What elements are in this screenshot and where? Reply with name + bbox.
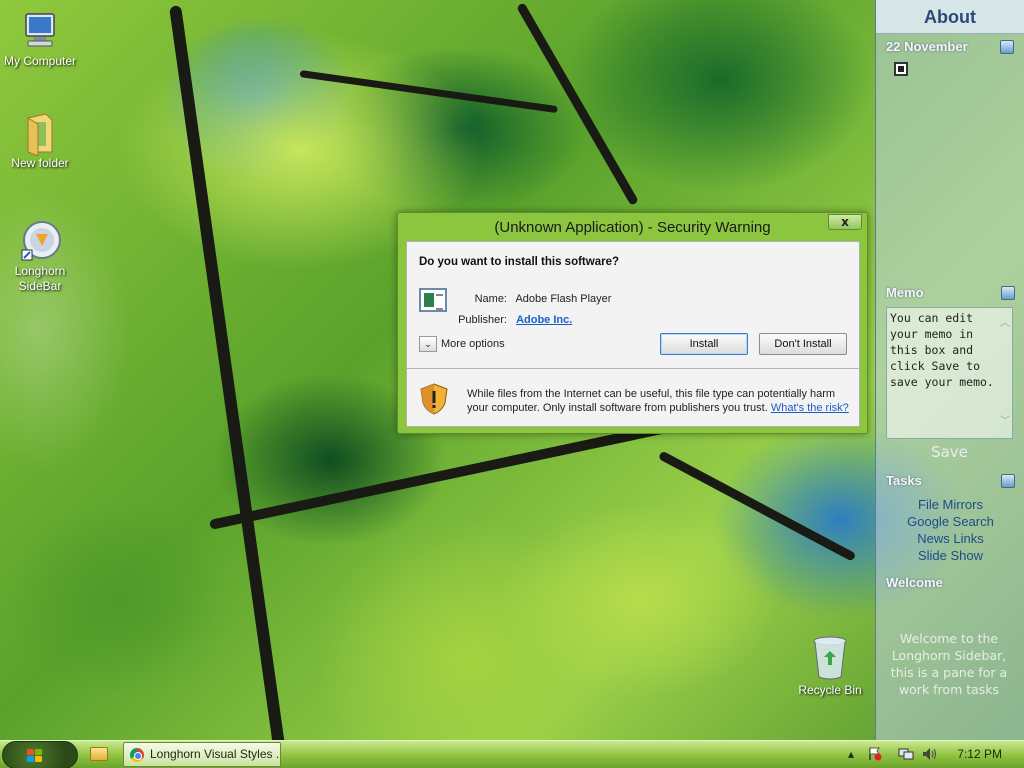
calendar-icon[interactable] xyxy=(1000,40,1014,54)
memo-icon[interactable] xyxy=(1001,286,1015,300)
desktop-icon-recycle-bin[interactable]: Recycle Bin xyxy=(795,635,865,697)
publisher-row: Publisher: Adobe Inc. xyxy=(447,314,572,326)
calendar-date: 22 November xyxy=(886,39,968,54)
wallpaper-branch xyxy=(208,420,681,530)
tray-expand-icon[interactable]: ▴ xyxy=(848,747,854,763)
close-icon: x xyxy=(841,215,849,229)
welcome-title: Welcome xyxy=(886,575,943,590)
dialog-titlebar[interactable]: (Unknown Application) - Security Warning… xyxy=(398,213,867,241)
close-button[interactable]: x xyxy=(828,214,862,230)
desktop-icon-my-computer[interactable]: My Computer xyxy=(0,10,80,69)
calendar-checkbox[interactable] xyxy=(894,62,908,76)
scroll-down-icon[interactable]: ﹀ xyxy=(1000,414,1010,430)
task-link-slide-show[interactable]: Slide Show xyxy=(876,547,1024,564)
memo-save-button[interactable]: Save xyxy=(875,443,1024,461)
tasks-header: Tasks xyxy=(876,470,1024,492)
task-link-news-links[interactable]: News Links xyxy=(876,530,1024,547)
tasks-list: File Mirrors Google Search News Links Sl… xyxy=(876,496,1024,564)
name-label: Name: xyxy=(474,293,507,305)
chevron-down-icon[interactable]: ⌄ xyxy=(419,336,437,352)
installer-file-icon xyxy=(419,288,447,312)
calendar-header: 22 November xyxy=(876,36,1024,58)
taskbar-window-button[interactable]: Longhorn Visual Styles ... xyxy=(123,742,281,767)
sidebar-shortcut-icon xyxy=(20,220,61,261)
install-question: Do you want to install this software? xyxy=(419,256,619,268)
task-link-file-mirrors[interactable]: File Mirrors xyxy=(876,496,1024,513)
shield-warning-icon xyxy=(420,383,448,415)
desktop-icon-longhorn-sidebar[interactable]: Longhorn SideBar xyxy=(0,220,80,294)
memo-text: You can edit your memo in this box and c… xyxy=(890,311,994,389)
wallpaper-branch xyxy=(169,5,290,768)
memo-header: Memo xyxy=(876,282,1024,304)
desktop-icon-label: My Computer xyxy=(3,54,77,68)
more-options-toggle[interactable]: ⌄ More options xyxy=(419,336,505,352)
wallpaper-branch xyxy=(299,70,558,114)
chrome-icon xyxy=(130,748,144,762)
taskbar: Longhorn Visual Styles ... ▴ 7:12 PM xyxy=(0,740,1024,768)
publisher-label: Publisher: xyxy=(458,314,507,326)
welcome-header: Welcome xyxy=(876,572,1024,594)
dont-install-button[interactable]: Don't Install xyxy=(759,333,847,355)
dialog-title: (Unknown Application) - Security Warning xyxy=(494,219,771,236)
memo-textbox[interactable]: You can edit your memo in this box and c… xyxy=(886,307,1013,439)
volume-icon[interactable] xyxy=(922,747,938,763)
desktop-icon-label: New folder xyxy=(11,156,69,170)
tasks-icon[interactable] xyxy=(1001,474,1015,488)
security-warning-dialog: (Unknown Application) - Security Warning… xyxy=(397,212,868,434)
taskbar-clock[interactable]: 7:12 PM xyxy=(957,747,1002,761)
task-link-google-search[interactable]: Google Search xyxy=(876,513,1024,530)
scroll-up-icon[interactable]: ︿ xyxy=(1000,316,1010,332)
dialog-body: Do you want to install this software? Na… xyxy=(406,241,860,427)
install-button[interactable]: Install xyxy=(660,333,748,355)
wallpaper-branch xyxy=(657,450,857,562)
memo-title: Memo xyxy=(886,285,924,300)
quick-launch-folder-icon[interactable] xyxy=(90,747,108,761)
sidebar-about-header[interactable]: About xyxy=(876,0,1024,34)
folder-icon xyxy=(20,112,60,157)
memo-scrollbar[interactable]: ︿ ﹀ xyxy=(998,308,1012,438)
recycle-bin-label: Recycle Bin xyxy=(798,683,862,697)
whats-the-risk-link[interactable]: What's the risk? xyxy=(771,402,849,414)
tasks-title: Tasks xyxy=(886,473,922,488)
network-icon[interactable] xyxy=(898,747,914,763)
recycle-bin-icon xyxy=(812,635,848,681)
taskbar-window-label: Longhorn Visual Styles ... xyxy=(150,747,281,761)
computer-icon xyxy=(20,10,60,50)
desktop-icon-label: Longhorn SideBar xyxy=(14,264,66,293)
publisher-link[interactable]: Adobe Inc. xyxy=(516,314,572,326)
start-button[interactable] xyxy=(2,741,78,768)
desktop-icon-new-folder[interactable]: New folder xyxy=(0,112,80,171)
name-row: Name: Adobe Flash Player xyxy=(447,293,612,305)
windows-logo-icon xyxy=(27,749,43,763)
dialog-divider xyxy=(407,368,859,369)
more-options-label: More options xyxy=(441,337,505,350)
welcome-text: Welcome to the Longhorn Sidebar, this is… xyxy=(890,631,1008,697)
action-center-icon[interactable] xyxy=(868,747,882,763)
name-value: Adobe Flash Player xyxy=(515,293,612,305)
warning-message: While files from the Internet can be use… xyxy=(467,387,857,415)
